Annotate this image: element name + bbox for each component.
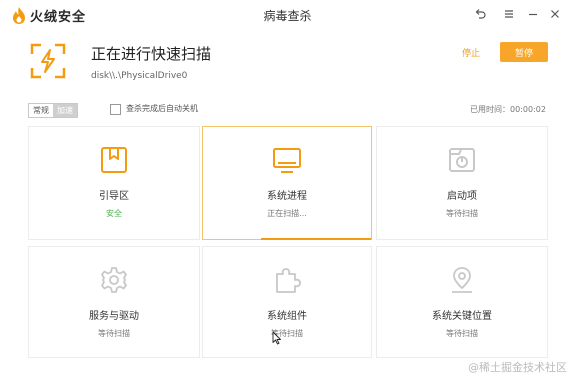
close-icon[interactable] [548, 7, 562, 21]
card-system-components: 系统组件 等待扫描 [202, 246, 372, 358]
auto-shutdown-label: 查杀完成后自动关机 [126, 104, 198, 113]
card-system-process: 系统进程 正在扫描... [202, 126, 372, 240]
card-title: 服务与驱动 [89, 311, 139, 322]
scan-title: 正在进行快速扫描 [91, 45, 212, 63]
mouse-pointer-icon [272, 331, 281, 345]
card-status: 正在扫描... [267, 209, 307, 218]
card-services-drivers: 服务与驱动 等待扫描 [28, 246, 200, 358]
card-status: 等待扫描 [98, 329, 130, 338]
startup-icon [449, 148, 475, 172]
card-status: 安全 [106, 209, 122, 218]
card-key-locations: 系统关键位置 等待扫描 [376, 246, 548, 358]
scan-mode-toggle: 常规 加速 [28, 103, 78, 118]
mode-normal-option[interactable]: 常规 [29, 104, 53, 117]
card-title: 系统关键位置 [432, 311, 492, 322]
card-title: 系统进程 [267, 191, 307, 202]
card-status: 等待扫描 [446, 329, 478, 338]
card-title: 引导区 [99, 191, 129, 202]
gear-icon [101, 267, 127, 293]
menu-icon[interactable] [502, 7, 516, 21]
monitor-icon [273, 148, 301, 173]
window-title: 病毒查杀 [263, 9, 312, 23]
bookmark-icon [101, 147, 127, 173]
scan-progress-line [261, 238, 371, 240]
watermark: @稀土掘金技术社区 [468, 361, 567, 374]
mode-fast-option[interactable]: 加速 [53, 104, 77, 117]
scan-lightning-icon [30, 43, 66, 79]
pause-button[interactable]: 暂停 [500, 42, 548, 62]
antivirus-window: 火绒安全 病毒查杀 正在进行快速扫描 disk\\.\PhysicalDrive… [0, 0, 575, 381]
card-status: 等待扫描 [271, 329, 303, 338]
stop-button[interactable]: 停止 [462, 46, 480, 59]
card-title: 启动项 [447, 191, 477, 202]
card-boot-sector: 引导区 安全 [28, 126, 200, 240]
puzzle-icon [276, 268, 301, 293]
back-icon[interactable] [473, 7, 487, 21]
auto-shutdown-checkbox[interactable] [110, 104, 121, 115]
title-bar: 火绒安全 病毒查杀 [0, 0, 575, 30]
card-startup-items: 启动项 等待扫描 [376, 126, 548, 240]
elapsed-time: 已用时间：00:00:02 [470, 105, 546, 114]
minimize-icon[interactable] [526, 7, 540, 21]
card-title: 系统组件 [267, 311, 307, 322]
card-status: 等待扫描 [446, 209, 478, 218]
location-icon [452, 267, 472, 293]
scan-path: disk\\.\PhysicalDrive0 [91, 71, 188, 81]
